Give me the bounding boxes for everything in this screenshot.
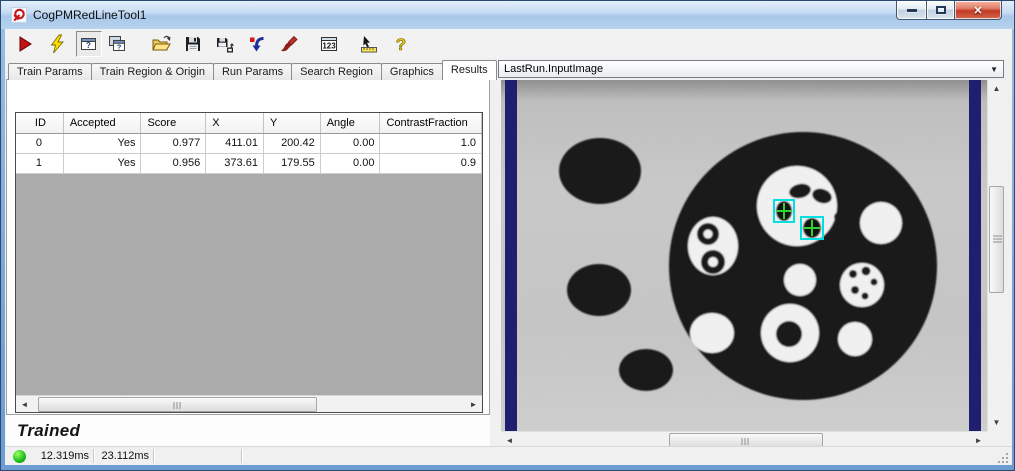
svg-text:?: ?	[86, 41, 91, 50]
total-time-value: 23.112ms	[99, 450, 149, 462]
run-icon	[15, 34, 35, 54]
close-icon: ✕	[973, 4, 982, 17]
status-bar: 12.319ms 23.112ms	[5, 446, 1012, 465]
tab-strip: Train Params Train Region & Origin Run P…	[8, 60, 496, 80]
lightning-icon	[47, 34, 67, 54]
column-header-contrastfraction[interactable]: ContrastFraction	[380, 113, 482, 133]
floppy-icon	[183, 34, 203, 54]
thumb-grip-icon	[993, 235, 1002, 244]
thumb-grip-icon	[742, 438, 751, 445]
separator	[153, 449, 154, 463]
cell-contrastfraction: 0.9	[380, 154, 482, 173]
clear-train-button[interactable]	[276, 31, 302, 57]
separator	[241, 449, 242, 463]
reset-button[interactable]	[244, 31, 270, 57]
image-view-selector[interactable]: LastRun.InputImage ▼	[498, 60, 1004, 78]
cell-angle: 0.00	[321, 134, 381, 153]
reset-arrow-icon	[247, 34, 267, 54]
run-tool-button[interactable]	[12, 31, 38, 57]
table-row[interactable]: 1 Yes 0.956 373.61 179.55 0.00 0.9	[16, 154, 482, 174]
title-bar[interactable]: CogPMRedLineTool1	[1, 1, 1014, 29]
column-header-id[interactable]: ID	[16, 113, 64, 133]
status-led-icon	[13, 450, 26, 463]
tab-results[interactable]: Results	[442, 60, 497, 80]
table-row[interactable]: 0 Yes 0.977 411.01 200.42 0.00 1.0	[16, 134, 482, 154]
cell-x: 373.61	[206, 154, 264, 173]
scroll-up-arrow[interactable]: ▲	[988, 80, 1005, 97]
input-image	[501, 80, 987, 431]
show-image-pane-button[interactable]: ?	[76, 31, 102, 57]
cell-accepted: Yes	[64, 134, 142, 153]
window-help-icon: ?	[79, 34, 99, 54]
scrollbar-thumb[interactable]	[38, 397, 317, 412]
toolbar: ? ?	[5, 29, 1012, 58]
run-time-value: 12.319ms	[33, 450, 89, 462]
run-continuous-button[interactable]	[44, 31, 70, 57]
open-file-button[interactable]	[148, 31, 174, 57]
help-icon: ?	[391, 34, 411, 54]
scroll-left-arrow[interactable]: ◄	[16, 396, 33, 413]
cell-y: 179.55	[264, 154, 321, 173]
brush-icon	[279, 34, 299, 54]
svg-text:?: ?	[117, 42, 122, 51]
tab-search-region[interactable]: Search Region	[291, 63, 382, 80]
cell-angle: 0.00	[321, 154, 381, 173]
chevron-down-icon: ▼	[990, 62, 998, 78]
ruler-pointer-icon	[359, 34, 379, 54]
scrollbar-thumb[interactable]	[989, 186, 1004, 293]
caption-buttons: ✕	[896, 1, 1002, 20]
input-image-display[interactable]	[501, 80, 987, 431]
cell-contrastfraction: 1.0	[380, 134, 482, 153]
floppy-arrow-icon	[215, 34, 235, 54]
tab-train-params[interactable]: Train Params	[8, 63, 92, 80]
image-view-selector-value: LastRun.InputImage	[504, 63, 603, 75]
column-header-x[interactable]: X	[206, 113, 264, 133]
scroll-right-arrow[interactable]: ►	[465, 396, 482, 413]
cognex-logo-icon	[11, 7, 27, 23]
save-as-button[interactable]	[212, 31, 238, 57]
grid-123-icon: 123	[319, 34, 339, 54]
column-header-accepted[interactable]: Accepted	[64, 113, 142, 133]
trained-status-label: Trained	[17, 421, 80, 441]
maximize-button[interactable]	[926, 1, 955, 20]
cell-id: 0	[16, 134, 64, 153]
column-header-score[interactable]: Score	[141, 113, 206, 133]
float-window-help-icon: ?	[107, 34, 127, 54]
column-header-angle[interactable]: Angle	[321, 113, 381, 133]
minimize-icon	[907, 9, 917, 12]
maximize-icon	[936, 6, 946, 14]
coordinate-ruler-button[interactable]	[356, 31, 382, 57]
results-table[interactable]: ID Accepted Score X Y Angle ContrastFrac…	[15, 112, 483, 413]
cell-score: 0.977	[141, 134, 206, 153]
float-pane-button[interactable]: ?	[104, 31, 130, 57]
column-header-y[interactable]: Y	[264, 113, 321, 133]
tab-graphics[interactable]: Graphics	[381, 63, 443, 80]
scroll-down-arrow[interactable]: ▼	[988, 414, 1005, 431]
help-button[interactable]: ?	[388, 31, 414, 57]
svg-text:123: 123	[322, 41, 336, 50]
svg-text:?: ?	[396, 35, 406, 54]
table-header-row: ID Accepted Score X Y Angle ContrastFrac…	[16, 113, 482, 134]
results-grid-button[interactable]: 123	[316, 31, 342, 57]
cell-y: 200.42	[264, 134, 321, 153]
cell-x: 411.01	[206, 134, 264, 153]
tab-train-region-origin[interactable]: Train Region & Origin	[91, 63, 214, 80]
cell-accepted: Yes	[64, 154, 142, 173]
image-vertical-scrollbar[interactable]: ▲ ▼	[987, 80, 1004, 431]
resize-grip-icon[interactable]	[997, 452, 1008, 463]
table-horizontal-scrollbar[interactable]: ◄ ►	[16, 395, 482, 412]
close-button[interactable]: ✕	[955, 1, 1002, 20]
separator	[93, 449, 94, 463]
open-folder-icon	[151, 34, 171, 54]
window-title: CogPMRedLineTool1	[33, 8, 146, 22]
save-button[interactable]	[180, 31, 206, 57]
tab-run-params[interactable]: Run Params	[213, 63, 292, 80]
minimize-button[interactable]	[896, 1, 926, 20]
cell-id: 1	[16, 154, 64, 173]
tool-window: CogPMRedLineTool1 ✕ ? ?	[0, 0, 1015, 471]
cell-score: 0.956	[141, 154, 206, 173]
thumb-grip-icon	[173, 402, 182, 409]
